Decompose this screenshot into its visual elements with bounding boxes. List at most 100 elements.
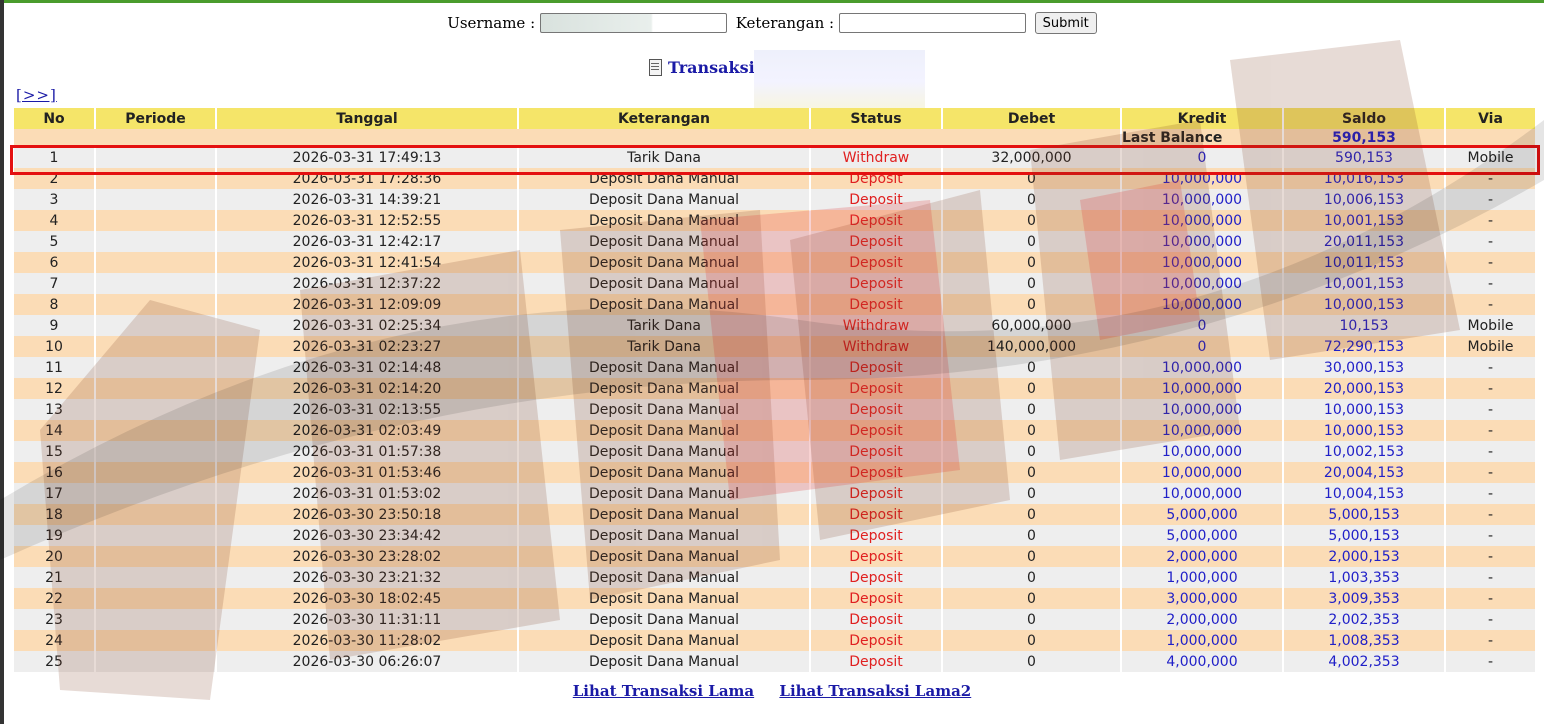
cell-status: Deposit xyxy=(810,462,943,483)
cell-tanggal: 2026-03-31 12:09:09 xyxy=(216,294,519,315)
table-row: 25 2026-03-30 06:26:07 Deposit Dana Manual… xyxy=(14,651,1537,672)
left-border xyxy=(0,0,4,724)
cell-saldo: 4,002,353 xyxy=(1283,651,1446,672)
cell-via: Mobile xyxy=(1445,336,1537,357)
cell-via: - xyxy=(1445,378,1537,399)
column-header: Via xyxy=(1445,108,1537,129)
cell-periode xyxy=(95,483,217,504)
table-row: 4 2026-03-31 12:52:55 Deposit Dana Manual D… xyxy=(14,210,1537,231)
keterangan-label: Keterangan : xyxy=(735,14,835,32)
table-row: 8 2026-03-31 12:09:09 Deposit Dana Manual D… xyxy=(14,294,1537,315)
document-icon xyxy=(648,59,662,76)
cell-periode xyxy=(95,378,217,399)
cell-keterangan: Deposit Dana Manual xyxy=(518,588,811,609)
cell-debet: 0 xyxy=(942,273,1122,294)
cell-via: - xyxy=(1445,588,1537,609)
cell-kredit: 10,000,000 xyxy=(1121,399,1284,420)
cell-periode xyxy=(95,252,217,273)
cell-status: Deposit xyxy=(810,483,943,504)
cell-tanggal: 2026-03-31 02:14:48 xyxy=(216,357,519,378)
cell-periode xyxy=(95,525,217,546)
cell-keterangan: Deposit Dana Manual xyxy=(518,567,811,588)
cell-no: 14 xyxy=(14,420,96,441)
cell-saldo: 30,000,153 xyxy=(1283,357,1446,378)
cell-no: 3 xyxy=(14,189,96,210)
cell-kredit: 0 xyxy=(1121,336,1284,357)
cell-kredit: 10,000,000 xyxy=(1121,420,1284,441)
cell-tanggal: 2026-03-30 23:21:32 xyxy=(216,567,519,588)
cell-saldo: 1,008,353 xyxy=(1283,630,1446,651)
cell-debet: 0 xyxy=(942,567,1122,588)
cell-status: Deposit xyxy=(810,546,943,567)
keterangan-input[interactable] xyxy=(838,13,1026,33)
cell-periode xyxy=(95,210,217,231)
cell-keterangan: Deposit Dana Manual xyxy=(518,210,811,231)
cell-tanggal: 2026-03-31 02:14:20 xyxy=(216,378,519,399)
submit-button[interactable]: Submit xyxy=(1034,12,1097,34)
cell-kredit: 10,000,000 xyxy=(1121,462,1284,483)
cell-status: Deposit xyxy=(810,420,943,441)
cell-no: 11 xyxy=(14,357,96,378)
cell-keterangan: Deposit Dana Manual xyxy=(518,630,811,651)
lihat-transaksi-lama-link[interactable]: Lihat Transaksi Lama xyxy=(573,682,754,700)
cell-keterangan: Deposit Dana Manual xyxy=(518,189,811,210)
cell-saldo: 1,003,353 xyxy=(1283,567,1446,588)
table-row: 21 2026-03-30 23:21:32 Deposit Dana Manual… xyxy=(14,567,1537,588)
cell-no: 17 xyxy=(14,483,96,504)
cell-status: Deposit xyxy=(810,609,943,630)
cell-no: 23 xyxy=(14,609,96,630)
username-input[interactable] xyxy=(539,13,727,33)
cell-no: 20 xyxy=(14,546,96,567)
cell-kredit: 5,000,000 xyxy=(1121,504,1284,525)
cell-keterangan: Tarik Dana xyxy=(518,336,811,357)
cell-status: Deposit xyxy=(810,189,943,210)
cell-status: Deposit xyxy=(810,651,943,672)
cell-via: - xyxy=(1445,252,1537,273)
redacted-title-area xyxy=(754,50,925,114)
column-header: No xyxy=(14,108,96,129)
cell-debet: 0 xyxy=(942,483,1122,504)
cell-saldo: 5,000,153 xyxy=(1283,525,1446,546)
cell-keterangan: Deposit Dana Manual xyxy=(518,294,811,315)
cell-no: 21 xyxy=(14,567,96,588)
cell-no: 24 xyxy=(14,630,96,651)
cell-keterangan: Deposit Dana Manual xyxy=(518,399,811,420)
cell-debet: 0 xyxy=(942,252,1122,273)
table-header-row: No Periode Tanggal Keterangan Status Debet Kre… xyxy=(14,108,1537,129)
cell-keterangan: Deposit Dana Manual xyxy=(518,273,811,294)
table-row: 9 2026-03-31 02:25:34 Tarik Dana Withdraw 60… xyxy=(14,315,1537,336)
cell-saldo: 10,000,153 xyxy=(1283,294,1446,315)
cell-via: - xyxy=(1445,609,1537,630)
cell-saldo: 10,002,153 xyxy=(1283,441,1446,462)
transaction-table: No Periode Tanggal Keterangan Status Debet Kre… xyxy=(14,108,1537,672)
lihat-transaksi-lama2-link[interactable]: Lihat Transaksi Lama2 xyxy=(779,682,971,700)
table-row: 5 2026-03-31 12:42:17 Deposit Dana Manual D… xyxy=(14,231,1537,252)
cell-debet: 0 xyxy=(942,462,1122,483)
cell-periode xyxy=(95,504,217,525)
cell-status: Deposit xyxy=(810,252,943,273)
cell-via: Mobile xyxy=(1445,315,1537,336)
table-row: 6 2026-03-31 12:41:54 Deposit Dana Manual D… xyxy=(14,252,1537,273)
cell-saldo: 5,000,153 xyxy=(1283,504,1446,525)
cell-periode xyxy=(95,588,217,609)
cell-no: 16 xyxy=(14,462,96,483)
cell-periode xyxy=(95,420,217,441)
cell-via: - xyxy=(1445,441,1537,462)
cell-debet: 140,000,000 xyxy=(942,336,1122,357)
cell-via: - xyxy=(1445,504,1537,525)
footer-links: Lihat Transaksi Lama Lihat Transaksi Lam… xyxy=(0,682,1544,700)
cell-status: Deposit xyxy=(810,525,943,546)
more-link[interactable]: [>>] xyxy=(16,86,57,104)
cell-status: Deposit xyxy=(810,210,943,231)
cell-status: Deposit xyxy=(810,273,943,294)
cell-saldo: 10,006,153 xyxy=(1283,189,1446,210)
cell-kredit: 10,000,000 xyxy=(1121,189,1284,210)
table-row: 17 2026-03-31 01:53:02 Deposit Dana Manual… xyxy=(14,483,1537,504)
cell-debet: 0 xyxy=(942,399,1122,420)
cell-keterangan: Deposit Dana Manual xyxy=(518,483,811,504)
cell-debet: 0 xyxy=(942,231,1122,252)
cell-saldo: 20,004,153 xyxy=(1283,462,1446,483)
cell-via: - xyxy=(1445,273,1537,294)
cell-no: 18 xyxy=(14,504,96,525)
cell-via: - xyxy=(1445,525,1537,546)
